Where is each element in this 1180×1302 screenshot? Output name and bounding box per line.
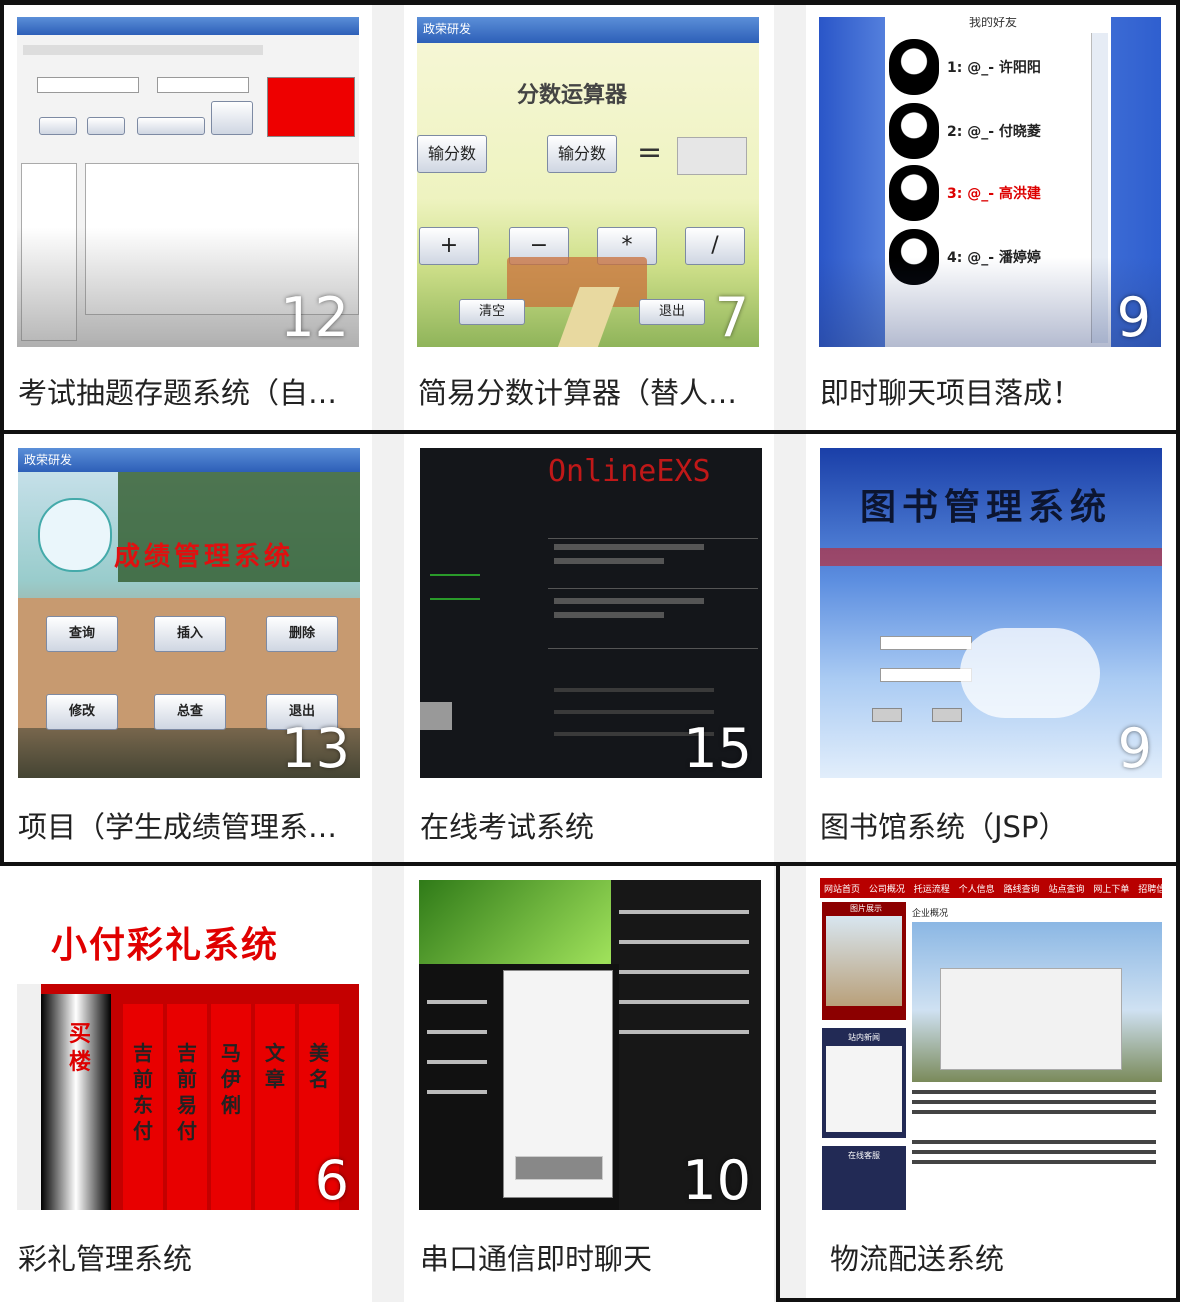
project-thumbnail[interactable]: 10 (419, 880, 761, 1210)
modify-button: 修改 (46, 694, 118, 730)
clear-button: 清空 (459, 299, 525, 325)
post-count: 12 (280, 286, 349, 347)
project-card[interactable]: 12 考试抽题存题系统（自… (4, 4, 372, 432)
project-title[interactable]: 即时聊天项目落成！ (820, 370, 1160, 412)
project-gallery: 12 考试抽题存题系统（自… 政荣研发 分数运算器 输分数 输分数 = + − … (0, 0, 1180, 1302)
post-count: 7 (714, 286, 749, 347)
exit-button: 退出 (639, 299, 705, 325)
section-company: 企业概况 (912, 909, 949, 919)
project-title[interactable]: 串口通信即时聊天 (420, 1236, 760, 1278)
post-count: 9 (1116, 286, 1151, 347)
nav-routes: 路线查询 (1003, 885, 1040, 895)
project-title[interactable]: 考试抽题存题系统（自… (18, 370, 358, 412)
fraction-input: 输分数 (417, 135, 487, 173)
penguin-avatar-icon (889, 103, 939, 159)
project-title[interactable]: 图书馆系统（JSP） (820, 804, 1160, 846)
column-label: 马 伊 俐 (221, 1041, 241, 1117)
section-news: 站内新闻 (848, 1033, 880, 1042)
column-label: 吉 前 易 付 (177, 1041, 197, 1143)
betrothal-heading: 小付彩礼系统 (51, 924, 280, 966)
post-count: 9 (1117, 717, 1152, 778)
plus-button: + (419, 227, 479, 265)
post-count: 6 (314, 1149, 349, 1210)
post-count: 10 (682, 1149, 751, 1210)
column-label: 文 章 (265, 1041, 285, 1091)
query-button: 查询 (46, 616, 118, 652)
gutter (774, 0, 806, 1302)
project-thumbnail[interactable]: 政荣研发 分数运算器 输分数 输分数 = + − * / 清空 退出 7 (417, 17, 759, 347)
nav-personal: 个人信息 (958, 885, 995, 895)
nav-about: 公司概况 (868, 885, 905, 895)
project-thumbnail[interactable]: 图书管理系统 9 (820, 448, 1162, 778)
project-thumbnail[interactable]: 12 (17, 17, 359, 347)
project-thumbnail[interactable]: 政荣研发 成绩管理系统 查询 插入 删除 修改 总查 退出 13 (18, 448, 360, 778)
column-label: 吉 前 东 付 (133, 1041, 153, 1143)
project-card[interactable]: 政荣研发 成绩管理系统 查询 插入 删除 修改 总查 退出 13 项目（学生成绩… (4, 434, 372, 862)
project-title[interactable]: 在线考试系统 (420, 804, 760, 846)
section-pictures: 图片展示 (850, 904, 882, 913)
project-title[interactable]: 项目（学生成绩管理系… (18, 804, 358, 846)
friend-entry: 3: @_- 高洪建 (947, 186, 1041, 202)
project-title[interactable]: 彩礼管理系统 (18, 1236, 358, 1278)
nav-shipping: 托运流程 (913, 885, 950, 895)
side-label: 买 楼 (69, 1021, 92, 1075)
project-card[interactable]: 图书管理系统 9 图书馆系统（JSP） (806, 434, 1176, 862)
project-title[interactable]: 简易分数计算器（替人… (418, 370, 758, 412)
section-service: 在线客服 (848, 1151, 880, 1160)
project-thumbnail[interactable]: 网站首页 公司概况 托运流程 个人信息 路线查询 站点查询 网上下单 招聘信息 … (820, 878, 1162, 1210)
penguin-avatar-icon (889, 165, 939, 221)
calculator-heading: 分数运算器 (517, 82, 628, 108)
project-title[interactable]: 物流配送系统 (830, 1236, 1160, 1278)
nav-order: 网上下单 (1093, 885, 1130, 895)
project-thumbnail[interactable]: 小付彩礼系统 买 楼 吉 前 东 付 吉 前 易 付 马 伊 俐 文 章 美 名… (17, 880, 359, 1210)
project-card[interactable]: 小付彩礼系统 买 楼 吉 前 东 付 吉 前 易 付 马 伊 俐 文 章 美 名… (4, 866, 372, 1298)
site-nav: 网站首页 公司概况 托运流程 个人信息 路线查询 站点查询 网上下单 招聘信息 (824, 882, 1162, 895)
nav-jobs: 招聘信息 (1138, 885, 1162, 895)
divide-button: / (685, 227, 745, 265)
penguin-avatar-icon (889, 39, 939, 95)
friend-entry: 2: @_- 付晓菱 (947, 124, 1041, 140)
exam-heading: OnlineEXS (548, 454, 711, 489)
summary-button: 总查 (154, 694, 226, 730)
result-field (677, 137, 747, 175)
project-card[interactable]: 网站首页 公司概况 托运流程 个人信息 路线查询 站点查询 网上下单 招聘信息 … (806, 866, 1176, 1298)
gutter (372, 0, 404, 1302)
insert-button: 插入 (154, 616, 226, 652)
column-label: 美 名 (309, 1041, 329, 1091)
equals-sign: = (637, 135, 663, 170)
delete-button: 删除 (266, 616, 338, 652)
friend-entry: 1: @_- 许阳阳 (947, 60, 1041, 76)
project-card[interactable]: 10 串口通信即时聊天 (404, 866, 774, 1298)
window-title: 政荣研发 (24, 453, 73, 467)
project-card[interactable]: OnlineEXS 15 在线考试系统 (404, 434, 774, 862)
friends-header: 我的好友 (969, 17, 1018, 29)
library-heading: 图书管理系统 (860, 486, 1113, 528)
fraction-input: 输分数 (547, 135, 617, 173)
project-card[interactable]: 政荣研发 分数运算器 输分数 输分数 = + − * / 清空 退出 7 简易分… (404, 4, 774, 432)
post-count: 13 (281, 717, 350, 778)
project-thumbnail[interactable]: 我的好友 1: @_- 许阳阳 2: @_- 付晓菱 3: @_- 高洪建 4:… (819, 17, 1161, 347)
post-count: 15 (683, 717, 752, 778)
nav-stations: 站点查询 (1048, 885, 1085, 895)
project-thumbnail[interactable]: OnlineEXS 15 (420, 448, 762, 778)
grade-heading: 成绩管理系统 (114, 542, 295, 572)
project-card[interactable]: 我的好友 1: @_- 许阳阳 2: @_- 付晓菱 3: @_- 高洪建 4:… (806, 4, 1176, 432)
nav-home: 网站首页 (824, 885, 861, 895)
